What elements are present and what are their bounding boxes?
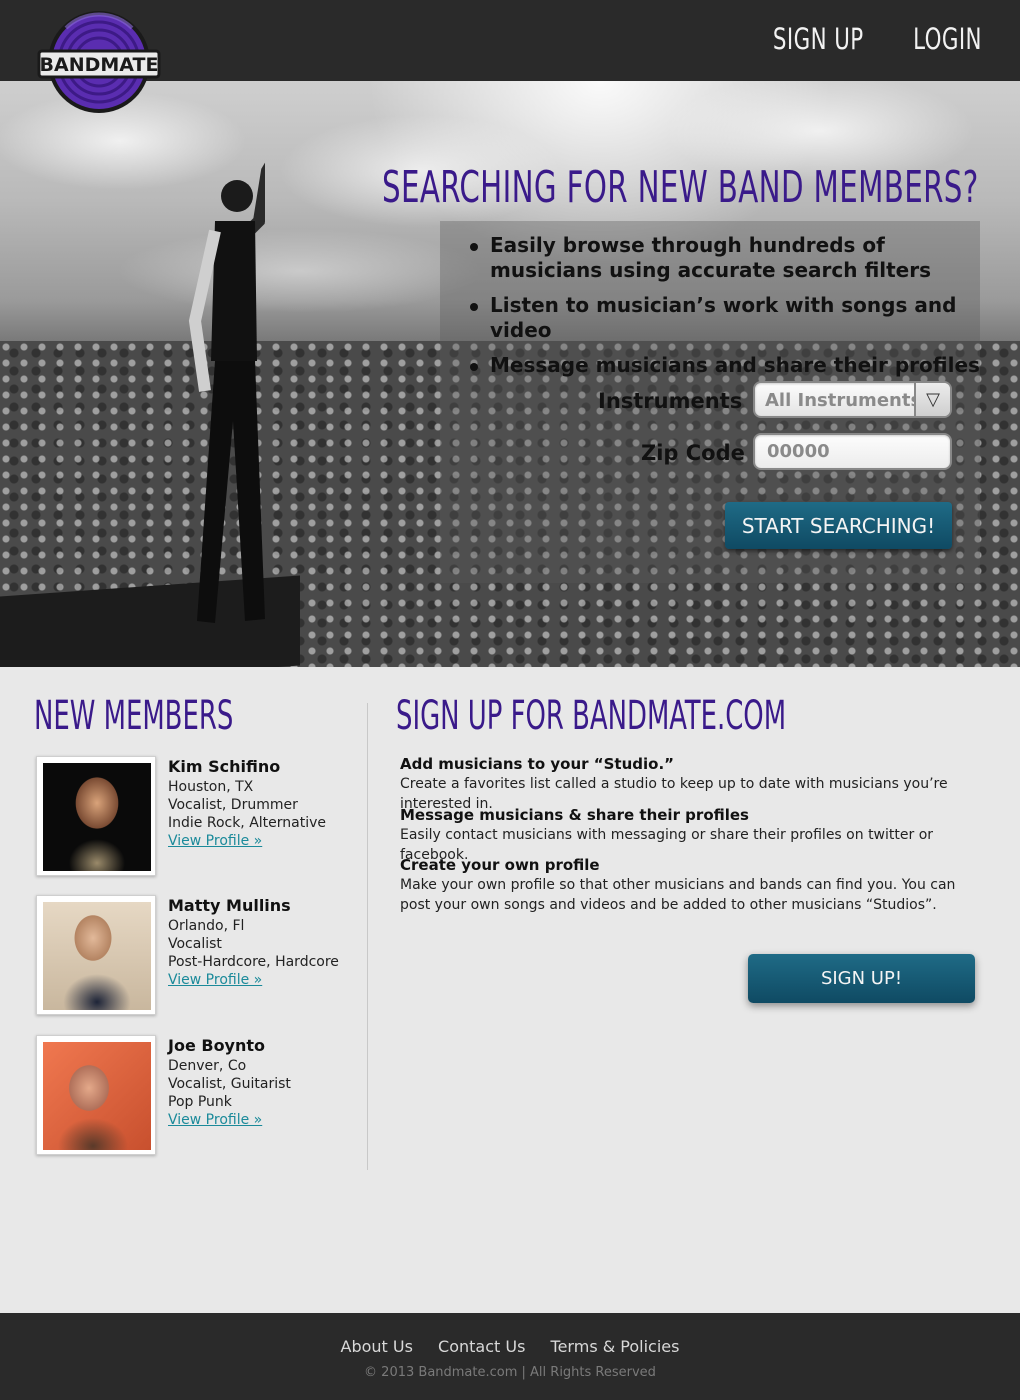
chevron-down-icon[interactable]: ▽ — [914, 383, 950, 416]
member-roles: Vocalist, Drummer — [168, 797, 298, 813]
signup-title: SIGN UP FOR BANDMATE.COM — [396, 693, 787, 739]
bandmate-logo[interactable]: BANDMATE — [36, 10, 162, 114]
signup-button[interactable]: SIGN UP! — [748, 954, 975, 1003]
feature-heading: Message musicians & share their profiles — [400, 806, 749, 824]
signup-feature: Create your own profile Make your own pr… — [400, 855, 980, 915]
member-location: Houston, TX — [168, 779, 254, 795]
member-genres: Indie Rock, Alternative — [168, 815, 327, 831]
member-info: Kim Schifino Houston, TX Vocalist, Drumm… — [168, 758, 326, 850]
instruments-select[interactable]: All Instruments ▽ — [753, 381, 952, 418]
start-searching-button[interactable]: START SEARCHING! — [725, 502, 952, 549]
footer: About Us Contact Us Terms & Policies © 2… — [0, 1313, 1020, 1400]
zip-code-input[interactable] — [753, 433, 952, 470]
instruments-label: Instruments — [598, 389, 743, 413]
member-genres: Pop Punk — [168, 1094, 232, 1110]
footer-about-link[interactable]: About Us — [341, 1337, 413, 1356]
hero-bullet: Listen to musician’s work with songs and… — [470, 293, 990, 343]
member-roles: Vocalist — [168, 936, 222, 952]
feature-body: Make your own profile so that other musi… — [400, 877, 956, 913]
member-genres: Post-Hardcore, Hardcore — [168, 954, 339, 970]
copyright-text: © 2013 Bandmate.com | All Rights Reserve… — [364, 1365, 656, 1380]
member-card: Matty Mullins Orlando, Fl Vocalist Post-… — [36, 895, 356, 1017]
hero-bullet: Message musicians and share their profil… — [470, 353, 990, 378]
member-photo-frame[interactable] — [36, 1035, 156, 1155]
hero-bullet: Easily browse through hundreds of musici… — [470, 233, 990, 283]
footer-terms-link[interactable]: Terms & Policies — [551, 1337, 680, 1356]
instruments-selected-value: All Instruments — [765, 390, 922, 411]
feature-heading: Create your own profile — [400, 856, 600, 874]
member-info: Joe Boynto Denver, Co Vocalist, Guitaris… — [168, 1037, 291, 1129]
member-name: Kim Schifino — [168, 757, 281, 776]
member-roles: Vocalist, Guitarist — [168, 1076, 291, 1092]
hero-title: SEARCHING FOR NEW BAND MEMBERS? — [382, 162, 979, 213]
member-info: Matty Mullins Orlando, Fl Vocalist Post-… — [168, 897, 339, 989]
top-nav: SIGN UP LOGIN — [753, 22, 982, 56]
view-profile-link[interactable]: View Profile » — [168, 972, 262, 988]
member-location: Orlando, Fl — [168, 918, 245, 934]
zip-code-label: Zip Code — [641, 441, 745, 465]
hero-feature-list: Easily browse through hundreds of musici… — [470, 233, 990, 388]
new-members-title: NEW MEMBERS — [34, 693, 234, 739]
member-name: Joe Boynto — [168, 1036, 266, 1055]
member-photo-frame[interactable] — [36, 895, 156, 1015]
footer-contact-link[interactable]: Contact Us — [438, 1337, 525, 1356]
member-location: Denver, Co — [168, 1058, 247, 1074]
singer-silhouette — [188, 162, 265, 623]
column-divider — [367, 703, 368, 1170]
footer-links: About Us Contact Us Terms & Policies — [0, 1337, 1020, 1356]
view-profile-link[interactable]: View Profile » — [168, 1112, 262, 1128]
feature-heading: Add musicians to your “Studio.” — [400, 755, 674, 773]
member-photo-frame[interactable] — [36, 756, 156, 876]
nav-login-link[interactable]: LOGIN — [913, 22, 982, 56]
view-profile-link[interactable]: View Profile » — [168, 833, 262, 849]
avatar — [43, 763, 151, 871]
logo-text: BANDMATE — [40, 54, 159, 76]
member-card: Kim Schifino Houston, TX Vocalist, Drumm… — [36, 756, 356, 878]
member-card: Joe Boynto Denver, Co Vocalist, Guitaris… — [36, 1035, 356, 1157]
nav-signup-link[interactable]: SIGN UP — [773, 22, 864, 56]
avatar — [43, 1042, 151, 1150]
avatar — [43, 902, 151, 1010]
member-name: Matty Mullins — [168, 896, 291, 915]
